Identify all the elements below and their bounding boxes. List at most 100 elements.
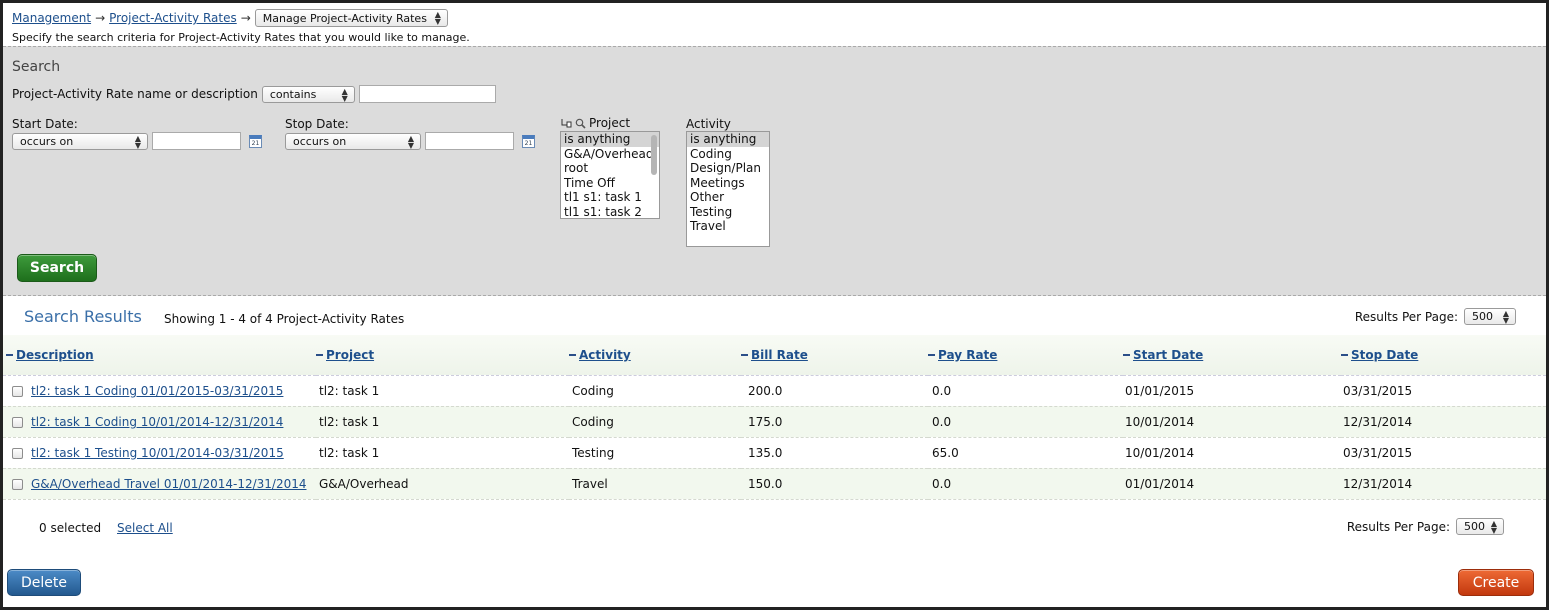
project-listbox[interactable]: is anything G&A/Overhead root Time Off t… — [560, 131, 660, 219]
project-option[interactable]: G&A/Overhead — [561, 147, 659, 162]
collapse-icon[interactable] — [1341, 353, 1348, 356]
activity-option[interactable]: Meetings — [687, 176, 769, 191]
name-filter-label: Project-Activity Rate name or descriptio… — [12, 87, 258, 101]
results-per-page-select[interactable]: 500 ▲ ▼ — [1456, 518, 1504, 535]
results-per-page-bottom: Results Per Page: 500 ▲ ▼ — [1347, 518, 1504, 535]
breadcrumb-management[interactable]: Management — [12, 11, 91, 25]
start-date-operator-select[interactable]: occurs on ▲ ▼ — [12, 132, 148, 150]
row-description-link[interactable]: tl2: task 1 Testing 10/01/2014-03/31/201… — [31, 446, 284, 460]
page-select-value: Manage Project-Activity Rates — [262, 11, 427, 25]
delete-button[interactable]: Delete — [7, 569, 81, 596]
results-count: Showing 1 - 4 of 4 Project-Activity Rate… — [164, 312, 405, 326]
row-checkbox[interactable] — [12, 478, 23, 490]
tree-icon[interactable] — [561, 118, 572, 129]
search-button[interactable]: Search — [17, 254, 97, 282]
calendar-icon[interactable]: 21 — [249, 134, 262, 148]
activity-option[interactable]: is anything — [687, 132, 769, 147]
sort-start-date[interactable]: Start Date — [1133, 348, 1203, 362]
sort-stop-date[interactable]: Stop Date — [1351, 348, 1418, 362]
row-start-date: 10/01/2014 — [1123, 437, 1341, 469]
activity-option[interactable]: Coding — [687, 147, 769, 162]
row-bill-rate: 135.0 — [741, 437, 928, 469]
activity-option[interactable]: Other — [687, 190, 769, 205]
row-checkbox[interactable] — [12, 447, 23, 459]
row-stop-date: 03/31/2015 — [1341, 437, 1546, 469]
results-per-page-value: 500 — [1464, 520, 1485, 533]
results-per-page-top: Results Per Page: 500 ▲ ▼ — [1355, 308, 1516, 325]
selected-count: 0 selected — [39, 521, 102, 535]
select-all-link[interactable]: Select All — [117, 521, 173, 535]
sort-description[interactable]: Description — [16, 348, 94, 362]
activity-option[interactable]: Design/Plan — [687, 161, 769, 176]
project-option[interactable]: tl1 s1: task 2 — [561, 205, 659, 218]
table-row: G&A/Overhead Travel 01/01/2014-12/31/201… — [3, 468, 1546, 500]
start-date-filter: Start Date: occurs on ▲ ▼ 21 — [12, 117, 262, 150]
stop-date-operator-select[interactable]: occurs on ▲ ▼ — [285, 132, 421, 150]
sort-pay-rate[interactable]: Pay Rate — [938, 348, 997, 362]
row-activity: Testing — [569, 437, 741, 469]
calendar-icon[interactable]: 21 — [522, 134, 535, 148]
project-listbox-scrollbar[interactable] — [651, 135, 657, 175]
project-option[interactable]: Time Off — [561, 176, 659, 191]
col-activity: Activity — [569, 335, 741, 376]
row-description-link[interactable]: tl2: task 1 Coding 10/01/2014-12/31/2014 — [31, 415, 283, 429]
row-checkbox[interactable] — [12, 385, 23, 397]
row-pay-rate: 0.0 — [928, 375, 1123, 407]
results-footer: 0 selected Select All Results Per Page: … — [3, 515, 1546, 539]
name-filter-input[interactable] — [358, 85, 496, 103]
breadcrumb-project-activity-rates[interactable]: Project-Activity Rates — [109, 11, 237, 25]
start-date-input[interactable] — [152, 132, 241, 150]
table-row: tl2: task 1 Testing 10/01/2014-03/31/201… — [3, 437, 1546, 469]
magnifier-icon[interactable] — [575, 118, 586, 129]
collapse-icon[interactable] — [741, 353, 748, 356]
project-option[interactable]: tl1 s1: task 1 — [561, 190, 659, 205]
page-select[interactable]: Manage Project-Activity Rates ▲ ▼ — [254, 9, 448, 27]
results-header: Search Results Showing 1 - 4 of 4 Projec… — [3, 297, 1546, 334]
row-stop-date: 12/31/2014 — [1341, 468, 1546, 500]
breadcrumb-separator: → — [240, 11, 251, 25]
collapse-icon[interactable] — [1123, 353, 1130, 356]
row-start-date: 10/01/2014 — [1123, 406, 1341, 438]
project-filter-header: Project — [561, 116, 630, 130]
sort-project[interactable]: Project — [326, 348, 374, 362]
start-date-label: Start Date: — [12, 117, 78, 131]
activity-option[interactable]: Testing — [687, 205, 769, 220]
collapse-icon[interactable] — [6, 353, 13, 356]
updown-arrows-icon: ▲ ▼ — [134, 133, 141, 150]
row-description-link[interactable]: G&A/Overhead Travel 01/01/2014-12/31/201… — [31, 477, 306, 491]
updown-arrows-icon: ▲ ▼ — [1490, 519, 1497, 535]
updown-arrows-icon: ▲ ▼ — [434, 10, 441, 26]
project-option[interactable]: root — [561, 161, 659, 176]
breadcrumb-separator: → — [95, 11, 106, 25]
activity-filter-label: Activity — [686, 117, 731, 131]
results-per-page-value: 500 — [1472, 310, 1493, 323]
row-bill-rate: 175.0 — [741, 406, 928, 438]
row-activity: Coding — [569, 406, 741, 438]
activity-listbox[interactable]: is anything Coding Design/Plan Meetings … — [686, 131, 770, 247]
row-pay-rate: 0.0 — [928, 406, 1123, 438]
row-pay-rate: 0.0 — [928, 468, 1123, 500]
project-filter-label: Project — [589, 116, 631, 130]
collapse-icon[interactable] — [316, 353, 323, 356]
page-hint: Specify the search criteria for Project-… — [12, 31, 470, 44]
name-operator-value: contains — [269, 87, 317, 101]
activity-option[interactable]: Travel — [687, 219, 769, 234]
results-table: Description Project Activity Bill Rate P… — [3, 335, 1546, 500]
project-option[interactable]: is anything — [561, 132, 659, 147]
sort-bill-rate[interactable]: Bill Rate — [751, 348, 808, 362]
row-description-link[interactable]: tl2: task 1 Coding 01/01/2015-03/31/2015 — [31, 384, 283, 398]
results-per-page-select[interactable]: 500 ▲ ▼ — [1464, 308, 1516, 325]
updown-arrows-icon: ▲ ▼ — [341, 86, 348, 103]
collapse-icon[interactable] — [928, 353, 935, 356]
results-per-page-label: Results Per Page: — [1346, 519, 1450, 534]
sort-activity[interactable]: Activity — [579, 348, 631, 362]
row-start-date: 01/01/2015 — [1123, 375, 1341, 407]
updown-arrows-icon: ▲ ▼ — [407, 133, 414, 150]
row-activity: Coding — [569, 375, 741, 407]
create-button[interactable]: Create — [1458, 569, 1534, 596]
name-operator-select[interactable]: contains ▲ ▼ — [261, 85, 355, 103]
collapse-icon[interactable] — [569, 353, 576, 356]
stop-date-input[interactable] — [425, 132, 514, 150]
col-pay-rate: Pay Rate — [928, 335, 1123, 376]
row-checkbox[interactable] — [12, 416, 23, 428]
